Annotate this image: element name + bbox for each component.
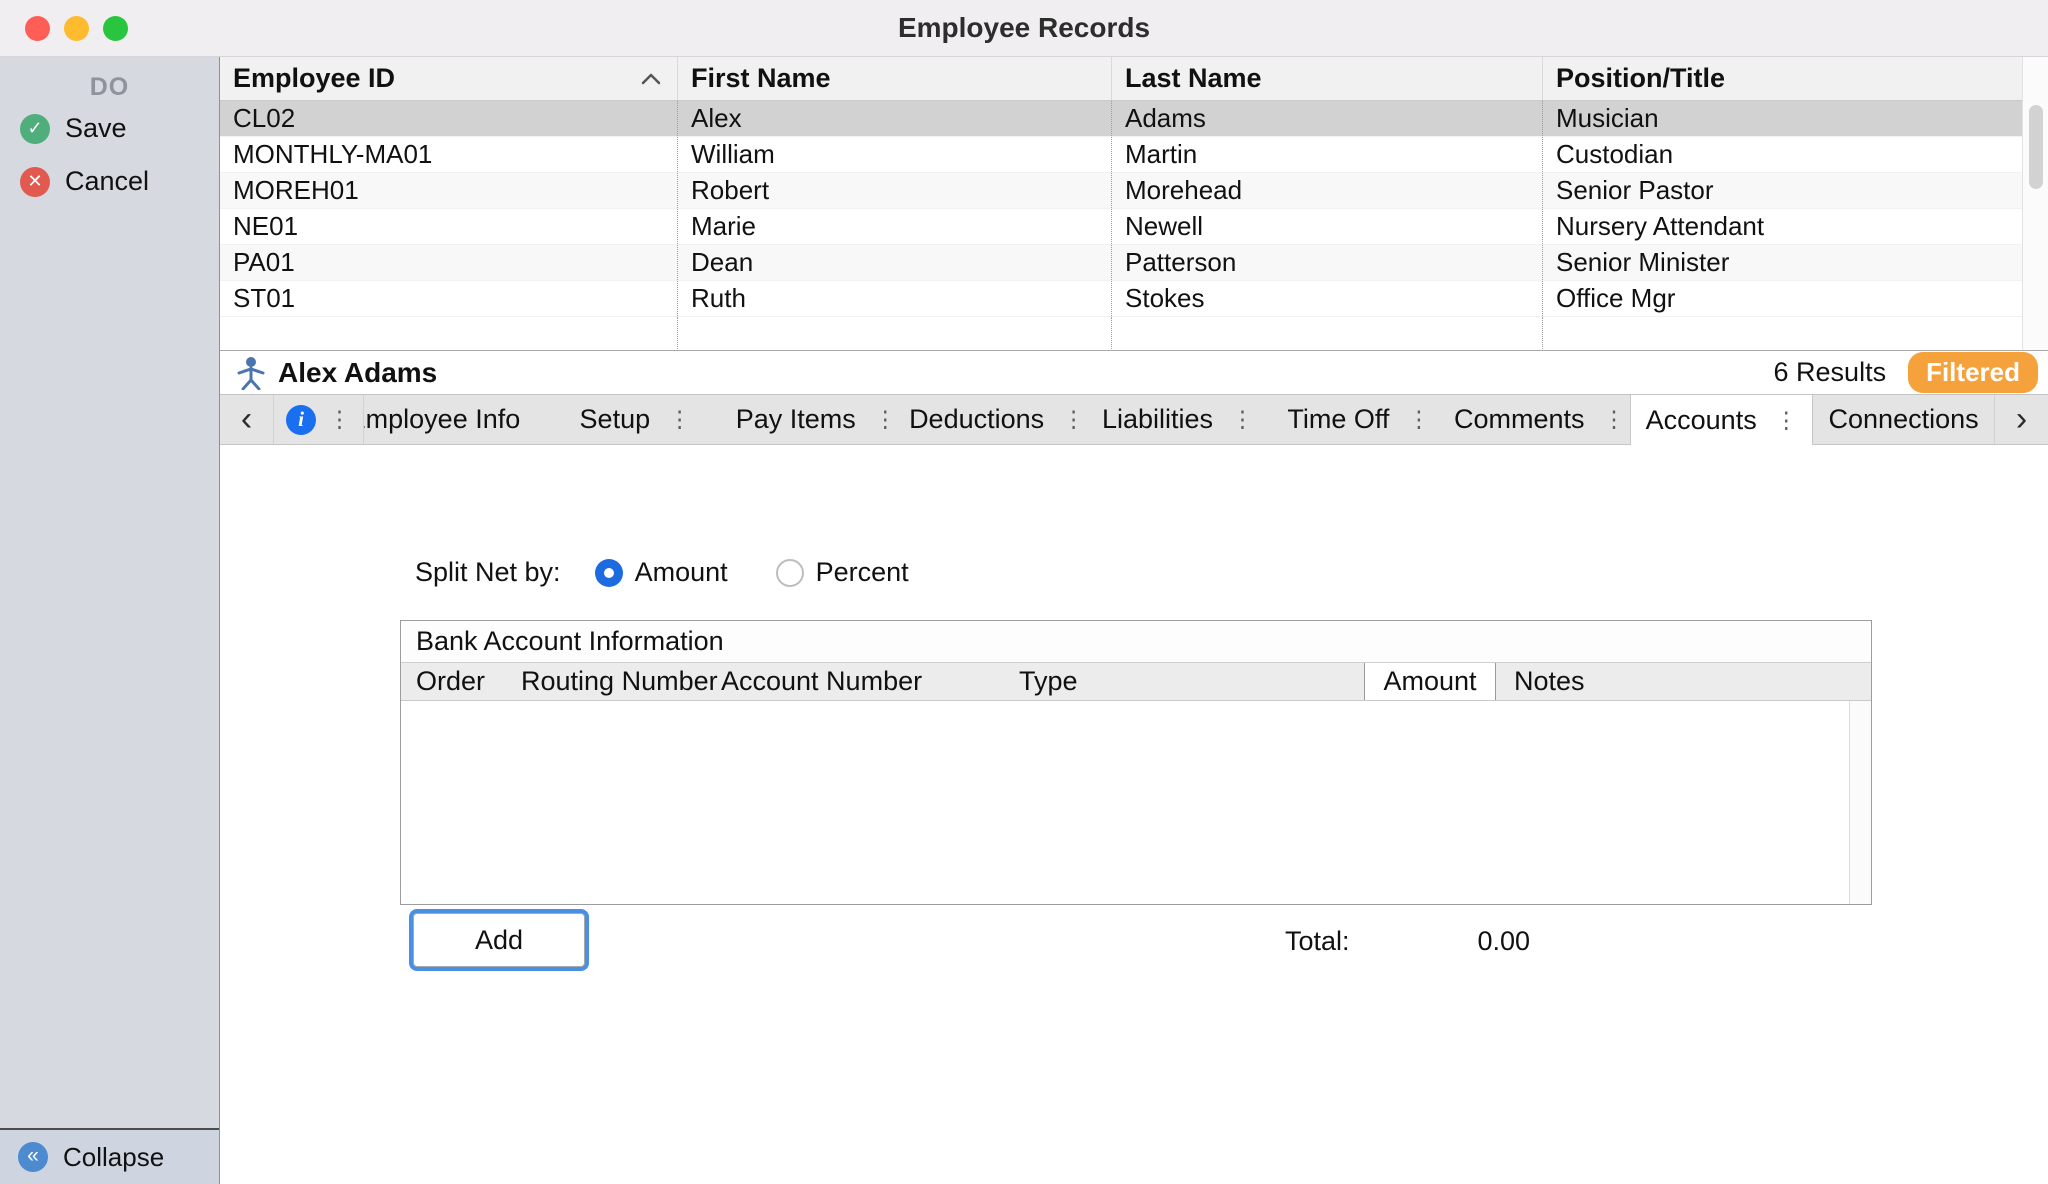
tab-deductions[interactable]: Deductions ⋮ bbox=[907, 395, 1088, 444]
cancel-label: Cancel bbox=[65, 166, 149, 197]
column-header-amount[interactable]: Amount bbox=[1364, 663, 1496, 700]
window-title: Employee Records bbox=[0, 0, 2048, 56]
tab-handle-icon[interactable]: ⋮ bbox=[668, 408, 691, 431]
total-value: 0.00 bbox=[1400, 926, 1530, 957]
bank-panel-title: Bank Account Information bbox=[401, 621, 1871, 663]
collapse-sidebar-button[interactable]: « Collapse bbox=[0, 1128, 219, 1184]
cancel-button[interactable]: ✕ Cancel bbox=[0, 155, 219, 208]
tab-scroll-right-button[interactable]: › bbox=[1994, 395, 2048, 444]
tab-liabilities[interactable]: Liabilities ⋮ bbox=[1088, 395, 1269, 444]
tab-handle-icon[interactable]: ⋮ bbox=[1775, 409, 1798, 432]
table-row[interactable]: CL02 Alex Adams Musician bbox=[220, 101, 2022, 137]
column-header-last-name[interactable]: Last Name bbox=[1112, 57, 1543, 100]
tab-pay-items[interactable]: Pay Items ⋮ bbox=[726, 395, 907, 444]
table-row[interactable]: PA01 Dean Patterson Senior Minister bbox=[220, 245, 2022, 281]
tab-handle-icon[interactable]: ⋮ bbox=[874, 408, 897, 431]
titlebar: Employee Records bbox=[0, 0, 2048, 57]
results-count: 6 Results bbox=[1774, 357, 1887, 388]
sidebar: DO ✓ Save ✕ Cancel « Collapse bbox=[0, 57, 220, 1184]
save-label: Save bbox=[65, 113, 127, 144]
save-button[interactable]: ✓ Save bbox=[0, 102, 219, 155]
employee-table: Employee ID First Name Last Name Positio… bbox=[220, 57, 2048, 350]
tab-handle-icon[interactable]: ⋮ bbox=[538, 408, 545, 431]
minimize-window-button[interactable] bbox=[64, 16, 89, 41]
table-row[interactable]: MOREH01 Robert Morehead Senior Pastor bbox=[220, 173, 2022, 209]
employee-records-window: { "window": { "title": "Employee Records… bbox=[0, 0, 2048, 1184]
total-label: Total: bbox=[1285, 926, 1350, 957]
sort-ascending-icon bbox=[641, 72, 661, 85]
tab-handle-icon[interactable]: ⋮ bbox=[1603, 408, 1626, 431]
add-account-button[interactable]: Add bbox=[413, 913, 585, 967]
tab-accounts[interactable]: Accounts ⋮ bbox=[1630, 395, 1813, 445]
close-window-button[interactable] bbox=[25, 16, 50, 41]
bank-table-header: Order Routing Number Account Number Type… bbox=[401, 663, 1871, 701]
collapse-chevron-icon: « bbox=[18, 1142, 48, 1172]
collapse-label: Collapse bbox=[63, 1142, 164, 1173]
tab-employee-info[interactable]: Employee Info ⋮ bbox=[364, 395, 545, 444]
table-row[interactable]: ST01 Ruth Stokes Office Mgr bbox=[220, 281, 2022, 317]
selected-record-name: Alex Adams bbox=[278, 357, 437, 389]
tab-scroll-left-button[interactable]: ‹ bbox=[220, 395, 274, 444]
tab-time-off[interactable]: Time Off ⋮ bbox=[1268, 395, 1449, 444]
record-bar: Alex Adams 6 Results Filtered bbox=[220, 350, 2048, 395]
column-header-account-number[interactable]: Account Number bbox=[721, 663, 922, 700]
employee-rows: CL02 Alex Adams Musician MONTHLY-MA01 Wi… bbox=[220, 101, 2022, 349]
split-net-row: Split Net by: Amount Percent bbox=[415, 557, 909, 588]
column-header-notes[interactable]: Notes bbox=[1514, 663, 1585, 700]
bank-table-scrollbar[interactable] bbox=[1849, 701, 1871, 904]
column-header-type[interactable]: Type bbox=[1019, 663, 1078, 700]
sidebar-header: DO bbox=[0, 73, 219, 102]
main-area: Employee ID First Name Last Name Positio… bbox=[220, 57, 2048, 1184]
table-row[interactable]: MONTHLY-MA01 William Martin Custodian bbox=[220, 137, 2022, 173]
tab-comments[interactable]: Comments ⋮ bbox=[1449, 395, 1630, 444]
accounts-tab-content: Split Net by: Amount Percent Bank Accoun… bbox=[220, 445, 2048, 1184]
column-header-first-name[interactable]: First Name bbox=[678, 57, 1112, 100]
tab-bar: ‹ i ⋮ Employee Info ⋮ Setup ⋮ Pay Items … bbox=[220, 395, 2048, 445]
split-net-label: Split Net by: bbox=[415, 557, 561, 588]
table-row[interactable]: NE01 Marie Newell Nursery Attendant bbox=[220, 209, 2022, 245]
employee-table-header: Employee ID First Name Last Name Positio… bbox=[220, 57, 2022, 101]
tab-handle-icon[interactable]: ⋮ bbox=[1407, 408, 1430, 431]
tab-connections[interactable]: Connections bbox=[1813, 395, 1994, 444]
table-scrollbar[interactable] bbox=[2022, 57, 2048, 350]
tab-setup[interactable]: Setup ⋮ bbox=[545, 395, 726, 444]
column-header-employee-id[interactable]: Employee ID bbox=[220, 57, 678, 100]
tab-handle-icon[interactable]: ⋮ bbox=[328, 408, 351, 431]
tab-handle-icon[interactable]: ⋮ bbox=[1231, 408, 1254, 431]
percent-radio-label[interactable]: Percent bbox=[816, 557, 909, 588]
zoom-window-button[interactable] bbox=[103, 16, 128, 41]
column-header-order[interactable]: Order bbox=[416, 663, 485, 700]
bank-account-panel: Bank Account Information Order Routing N… bbox=[400, 620, 1872, 905]
column-header-routing-number[interactable]: Routing Number bbox=[521, 663, 718, 700]
table-empty-area bbox=[220, 317, 2022, 349]
person-icon bbox=[236, 356, 266, 390]
amount-radio[interactable] bbox=[595, 559, 623, 587]
tab-info[interactable]: i ⋮ bbox=[274, 395, 364, 444]
cancel-x-icon: ✕ bbox=[20, 167, 50, 197]
amount-radio-label[interactable]: Amount bbox=[635, 557, 728, 588]
column-header-position[interactable]: Position/Title bbox=[1543, 57, 2022, 100]
scrollbar-thumb[interactable] bbox=[2029, 105, 2043, 189]
percent-radio[interactable] bbox=[776, 559, 804, 587]
info-icon: i bbox=[286, 405, 316, 435]
tab-handle-icon[interactable]: ⋮ bbox=[1062, 408, 1085, 431]
filtered-badge[interactable]: Filtered bbox=[1908, 352, 2038, 393]
save-check-icon: ✓ bbox=[20, 114, 50, 144]
bank-table-body bbox=[401, 701, 1871, 904]
